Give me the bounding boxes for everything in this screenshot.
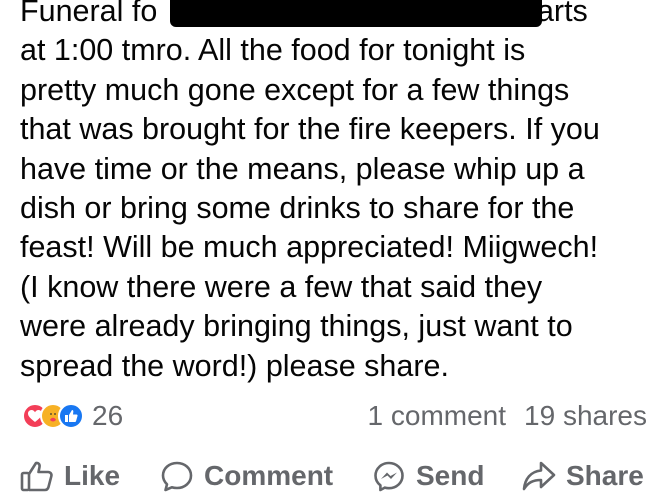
comment-count-link[interactable]: 1 comment [368, 400, 507, 432]
reactions-summary[interactable]: 26 [22, 400, 123, 432]
post-line: spread the word!) please share. [20, 348, 449, 383]
post-line: feast! Will be much appreciated! Miigwec… [20, 230, 599, 265]
post-line: pretty much gone except for a few things [20, 72, 570, 107]
post-line: (I know there were a few that said they [20, 269, 543, 304]
thumbs-up-icon [20, 460, 54, 492]
post-stats: 26 1 comment 19 shares [0, 398, 669, 438]
comment-button[interactable]: Comment [160, 460, 333, 492]
share-button[interactable]: Share [522, 460, 644, 492]
reaction-count: 26 [92, 400, 124, 431]
comment-label: Comment [204, 460, 334, 491]
share-label: Share [566, 460, 644, 491]
post-line: were already bringing things, just want … [20, 309, 573, 344]
like-button[interactable]: Like [20, 460, 120, 492]
share-arrow-icon [522, 460, 556, 492]
share-count-link[interactable]: 19 shares [524, 400, 647, 432]
post-line: dish or bring some drinks to share for t… [20, 191, 575, 226]
comment-bubble-icon [160, 460, 194, 492]
post-action-bar: Like Comment Send Share [0, 460, 669, 502]
like-label: Like [64, 460, 121, 491]
send-button[interactable]: Send [372, 460, 484, 492]
post-line: have time or the means, please whip up a [20, 151, 585, 186]
like-reaction-icon [58, 403, 84, 429]
redaction-bar [170, 0, 542, 27]
send-label: Send [416, 460, 485, 491]
post-body: Funeral fo starts at 1:00 tmro. All the … [20, 0, 660, 386]
messenger-icon [372, 460, 406, 492]
post-line: that was brought for the fire keepers. I… [20, 112, 600, 147]
post-line: at 1:00 tmro. All the food for tonight i… [20, 33, 526, 68]
